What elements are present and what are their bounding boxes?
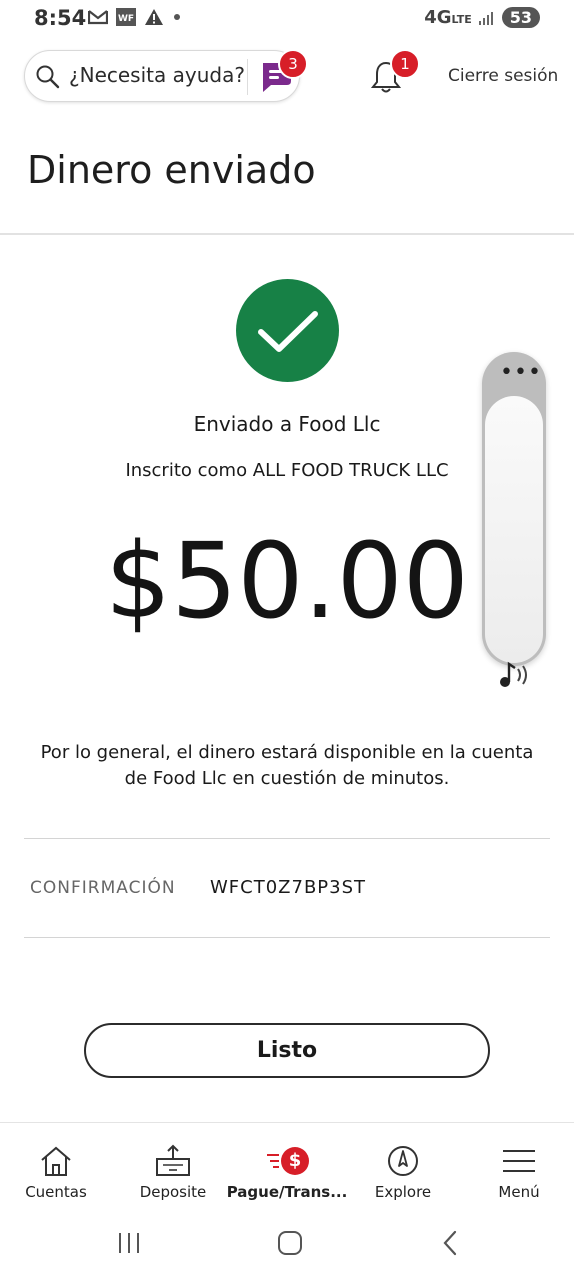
network-indicator: 4GLTE <box>424 7 472 28</box>
nav-item-explore[interactable]: Explore <box>347 1123 459 1211</box>
nav-item-cuentas[interactable]: Cuentas <box>0 1123 112 1211</box>
warning-icon <box>145 9 163 25</box>
more-options-icon[interactable]: ••• <box>500 362 542 384</box>
status-bar: 8:54 WF 4GLTE 53 <box>0 0 574 40</box>
availability-info: Por lo general, el dinero estará disponi… <box>40 742 534 789</box>
header-divider <box>0 233 574 235</box>
dot-icon <box>174 14 180 20</box>
menu-icon <box>503 1150 535 1172</box>
svg-text:WF: WF <box>118 14 134 24</box>
page-title: Dinero enviado <box>27 148 316 192</box>
nav-item-pague-trans[interactable]: $ Pague/Trans... <box>226 1123 348 1211</box>
home-icon <box>41 1146 71 1176</box>
recent-apps-icon[interactable] <box>116 1230 142 1256</box>
pill-divider <box>247 59 248 95</box>
compass-icon <box>388 1146 418 1176</box>
sound-assistant-icon[interactable] <box>497 660 533 690</box>
nav-label-pague-trans: Pague/Trans... <box>226 1183 348 1201</box>
notification-badge: 1 <box>390 49 420 79</box>
edge-panel-body[interactable] <box>485 396 543 687</box>
nav-item-deposite[interactable]: Deposite <box>117 1123 229 1211</box>
nav-label-explore: Explore <box>374 1183 432 1201</box>
nav-label-cuentas: Cuentas <box>25 1183 87 1201</box>
edge-panel-handle[interactable]: ••• <box>482 352 546 687</box>
divider-top <box>24 838 550 839</box>
search-icon <box>36 65 60 89</box>
nav-label-deposite: Deposite <box>139 1183 207 1201</box>
help-search-bar[interactable]: ¿Necesita ayuda? 3 <box>24 49 308 102</box>
confirmation-label: CONFIRMACIÓN <box>30 878 176 898</box>
signal-icon <box>478 11 493 25</box>
back-icon[interactable] <box>438 1229 462 1257</box>
status-time: 8:54 <box>34 6 87 30</box>
nav-label-menu: Menú <box>498 1183 540 1201</box>
search-placeholder[interactable]: ¿Necesita ayuda? <box>69 63 245 87</box>
divider-bottom <box>24 937 550 938</box>
bottom-nav: Cuentas Deposite $ Pague/Trans... Explor… <box>0 1122 574 1211</box>
confirmation-number: WFCT0Z7BP3ST <box>210 877 367 898</box>
pay-transfer-icon: $ <box>281 1147 309 1175</box>
transfer-lines-icon <box>267 1154 279 1168</box>
battery-indicator: 53 <box>501 7 540 28</box>
home-button-icon[interactable] <box>276 1230 304 1256</box>
gmail-icon <box>88 10 108 25</box>
nav-item-menu[interactable]: Menú <box>463 1123 574 1211</box>
status-notification-icons: WF <box>88 8 182 26</box>
logout-link[interactable]: Cierre sesión <box>448 66 558 86</box>
success-check-icon <box>236 279 339 382</box>
wf-app-icon: WF <box>116 8 136 26</box>
system-nav-bar <box>0 1210 574 1280</box>
done-button[interactable]: Listo <box>84 1023 490 1078</box>
status-right: 4GLTE 53 <box>424 7 540 28</box>
chat-badge: 3 <box>278 49 308 79</box>
deposit-icon <box>156 1144 190 1176</box>
